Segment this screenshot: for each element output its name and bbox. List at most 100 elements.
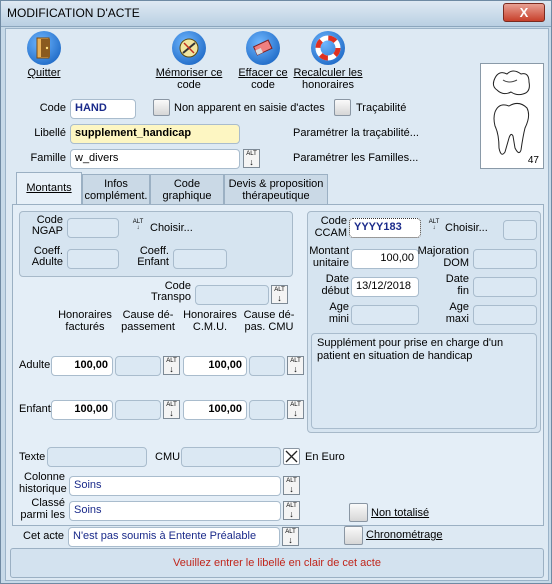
code-field[interactable]: HAND (70, 99, 136, 119)
non-totalise-label: Non totalisé (371, 507, 430, 519)
age-mini-label: Age mini (328, 301, 349, 325)
cmu-field[interactable] (181, 447, 281, 467)
tooth-number: 47 (527, 155, 539, 166)
arrow-down-icon: ↓ (288, 535, 293, 545)
chronometrage-checkbox[interactable] (344, 526, 363, 545)
ccam-alt-icon[interactable]: ALT ↓ (427, 219, 441, 231)
enfant-cause-alt-button[interactable]: ALT ↓ (163, 400, 180, 419)
enfant-cause-cmu-alt-button[interactable]: ALT ↓ (287, 400, 304, 419)
ccam-extra-field[interactable] (503, 220, 537, 240)
arrow-down-icon: ↓ (169, 408, 174, 418)
param-tracabilite-link[interactable]: Paramétrer la traçabilité... (293, 127, 419, 139)
cet-acte-select[interactable]: N'est pas soumis à Entente Préalable (68, 527, 280, 547)
adulte-honoraires-cmu-field[interactable]: 100,00 (183, 356, 247, 376)
title-bar: MODIFICATION D'ACTE X (1, 1, 551, 27)
famille-alt-button[interactable]: ALT ↓ (243, 149, 260, 168)
majoration-dom-label: Majoration DOM (417, 245, 469, 269)
tab-code-graphique[interactable]: Code graphique (150, 174, 224, 204)
tab-devis[interactable]: Devis & proposition thérapeutique (224, 174, 328, 204)
coeff-enfant-label: Coeff. Enfant (137, 245, 169, 268)
adulte-cause-cmu-field[interactable] (249, 356, 285, 376)
adulte-cause-cmu-alt-button[interactable]: ALT ↓ (287, 356, 304, 375)
enfant-cause-cmu-field[interactable] (249, 400, 285, 420)
age-mini-field[interactable] (351, 305, 419, 325)
classe-parmi-select[interactable]: Soins (69, 501, 281, 521)
tracabilite-label: Traçabilité (356, 102, 407, 114)
code-transpo-field[interactable] (195, 285, 269, 305)
coeff-adulte-field[interactable] (67, 249, 119, 269)
door-icon (27, 31, 61, 65)
recalc-label-2: honoraires (302, 79, 354, 91)
check-x-icon (285, 450, 298, 463)
memorize-icon (172, 31, 206, 65)
code-ngap-field[interactable] (67, 218, 119, 238)
recalc-button[interactable]: Recalculer les honoraires (292, 31, 364, 91)
colonne-alt-button[interactable]: ALT ↓ (283, 476, 300, 495)
col-honoraires-cmu: Honoraires C.M.U. (183, 309, 237, 333)
memorize-label-1: Mémoriser ce (155, 67, 223, 79)
tab-montants[interactable]: Montants (16, 172, 82, 204)
non-apparent-checkbox[interactable] (153, 99, 170, 116)
erase-label-2: code (251, 79, 275, 91)
ccam-choisir-link[interactable]: Choisir... (445, 222, 488, 234)
non-apparent-label: Non apparent en saisie d'actes (174, 102, 325, 114)
en-euro-label: En Euro (305, 451, 345, 463)
non-totalise-checkbox[interactable] (349, 503, 368, 522)
ngap-choisir-link[interactable]: Choisir... (150, 222, 193, 234)
libelle-field[interactable]: supplement_handicap (70, 124, 240, 144)
tab-infos[interactable]: Infos complément. (82, 174, 150, 204)
param-familles-link[interactable]: Paramétrer les Familles... (293, 152, 418, 164)
colonne-historique-select[interactable]: Soins (69, 476, 281, 496)
erase-button[interactable]: Effacer ce code (232, 31, 294, 91)
texte-field[interactable] (47, 447, 147, 467)
coeff-enfant-field[interactable] (173, 249, 227, 269)
adulte-honoraires-field[interactable]: 100,00 (51, 356, 113, 376)
classe-parmi-label: Classé parmi les (20, 497, 65, 521)
code-transpo-label: Code Transpo (151, 280, 191, 303)
enfant-honoraires-cmu-field[interactable]: 100,00 (183, 400, 247, 420)
tab-infos-label-2: complément. (84, 190, 148, 202)
code-ccam-field[interactable]: YYYY183 (349, 218, 421, 238)
age-maxi-field[interactable] (473, 305, 537, 325)
close-button[interactable]: X (503, 3, 545, 22)
enfant-cause-field[interactable] (115, 400, 161, 420)
status-bar: Veuillez entrer le libellé en clair de c… (10, 548, 544, 578)
ngap-alt-icon[interactable]: ALT ↓ (131, 219, 145, 231)
texte-label: Texte (19, 451, 46, 463)
date-debut-field[interactable]: 13/12/2018 (351, 277, 419, 297)
majoration-dom-field[interactable] (473, 249, 537, 269)
tooth-picture[interactable]: 47 (480, 63, 544, 169)
eraser-icon (246, 31, 280, 65)
erase-label-1: Effacer ce (238, 67, 288, 79)
classe-alt-button[interactable]: ALT ↓ (283, 501, 300, 520)
lifebuoy-icon (311, 31, 345, 65)
transpo-alt-button[interactable]: ALT ↓ (271, 285, 288, 304)
adulte-label: Adulte (19, 359, 51, 371)
tab-code-label-2: graphique (162, 190, 212, 202)
arrow-down-icon: ↓ (293, 408, 298, 418)
ccam-description[interactable]: Supplément pour prise en charge d'un pat… (311, 333, 537, 429)
memorize-button[interactable]: Mémoriser ce code (154, 31, 224, 91)
tab-devis-label-1: Devis & proposition (228, 178, 324, 190)
date-fin-field[interactable] (473, 277, 537, 297)
tracabilite-checkbox[interactable] (334, 99, 351, 116)
status-text-1: Veuillez entrer le (173, 557, 258, 569)
quit-button[interactable]: Quitter (14, 31, 74, 79)
cet-acte-alt-button[interactable]: ALT ↓ (282, 527, 299, 546)
famille-field[interactable]: w_divers (70, 149, 240, 169)
client-area: Quitter Mémoriser ce code Effacer ce cod… (5, 28, 549, 581)
status-text-2: libellé (257, 557, 286, 569)
molar-tooth-icon (492, 70, 530, 155)
enfant-honoraires-field[interactable]: 100,00 (51, 400, 113, 420)
tab-infos-label-1: Infos (104, 178, 128, 190)
tab-devis-label-2: thérapeutique (242, 190, 310, 202)
arrow-down-icon: ↓ (289, 509, 294, 519)
en-euro-checkbox[interactable] (283, 448, 300, 465)
montant-unitaire-label: Montant unitaire (309, 245, 349, 269)
tab-montants-label: Montants (26, 182, 72, 194)
montant-unitaire-field[interactable]: 100,00 (351, 249, 419, 269)
adulte-cause-alt-button[interactable]: ALT ↓ (163, 356, 180, 375)
code-label: Code (39, 102, 66, 114)
arrow-down-icon: ↓ (169, 364, 174, 374)
adulte-cause-field[interactable] (115, 356, 161, 376)
